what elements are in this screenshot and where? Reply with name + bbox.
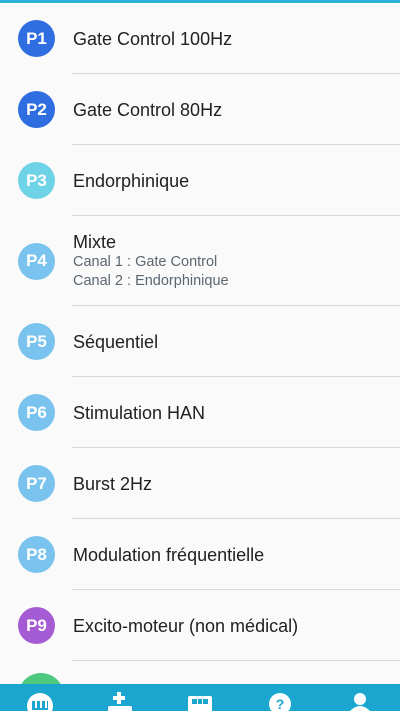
program-item-p8[interactable]: P8 Modulation fréquentielle xyxy=(0,519,400,590)
program-badge: P4 xyxy=(18,242,55,280)
program-title: Séquentiel xyxy=(73,331,159,352)
programs-icon xyxy=(27,693,53,711)
program-item-p6[interactable]: P6 Stimulation HAN xyxy=(0,377,400,448)
program-item-p5[interactable]: P5 Séquentiel xyxy=(0,306,400,377)
nav-electrodes[interactable] xyxy=(160,684,240,711)
svg-text:?: ? xyxy=(276,696,285,711)
program-item-p4[interactable]: P4 Mixte Canal 1 : Gate Control Canal 2 … xyxy=(0,216,400,306)
bottom-navigation: ? xyxy=(0,684,400,711)
program-item-p3[interactable]: P3 Endorphinique xyxy=(0,145,400,216)
program-list: P1 Gate Control 100Hz P2 Gate Control 80… xyxy=(0,3,400,661)
program-title: Excito-moteur (non médical) xyxy=(73,615,299,636)
program-channel-1: Canal 1 : Gate Control xyxy=(73,254,218,270)
program-title: Modulation fréquentielle xyxy=(73,544,265,565)
program-title: Endorphinique xyxy=(73,170,190,191)
program-badge: P7 xyxy=(18,465,55,502)
program-badge: P1 xyxy=(18,20,55,57)
profile-icon xyxy=(350,693,370,711)
electrodes-icon xyxy=(188,696,212,711)
program-badge: P2 xyxy=(18,91,55,128)
add-program-icon xyxy=(108,692,132,711)
program-badge: P5 xyxy=(18,323,55,360)
program-item-p2[interactable]: P2 Gate Control 80Hz xyxy=(0,74,400,145)
program-item-p7[interactable]: P7 Burst 2Hz xyxy=(0,448,400,519)
program-title: Gate Control 80Hz xyxy=(73,99,223,120)
program-badge: P8 xyxy=(18,536,55,573)
program-item-p1[interactable]: P1 Gate Control 100Hz xyxy=(0,3,400,74)
program-title: Gate Control 100Hz xyxy=(73,28,233,49)
program-title: Mixte xyxy=(73,232,117,252)
nav-help[interactable]: ? xyxy=(240,684,320,711)
nav-profile[interactable] xyxy=(320,684,400,711)
nav-programs[interactable] xyxy=(0,684,80,711)
program-badge: P9 xyxy=(18,607,55,644)
divider xyxy=(72,660,400,661)
program-title: Stimulation HAN xyxy=(73,402,206,423)
program-channel-2: Canal 2 : Endorphinique xyxy=(73,273,229,289)
program-title: Burst 2Hz xyxy=(73,473,153,494)
program-item-p9[interactable]: P9 Excito-moteur (non médical) xyxy=(0,590,400,661)
program-badge: P6 xyxy=(18,394,55,431)
nav-add-program[interactable] xyxy=(80,684,160,711)
help-icon: ? xyxy=(269,693,291,711)
program-badge: P3 xyxy=(18,162,55,199)
